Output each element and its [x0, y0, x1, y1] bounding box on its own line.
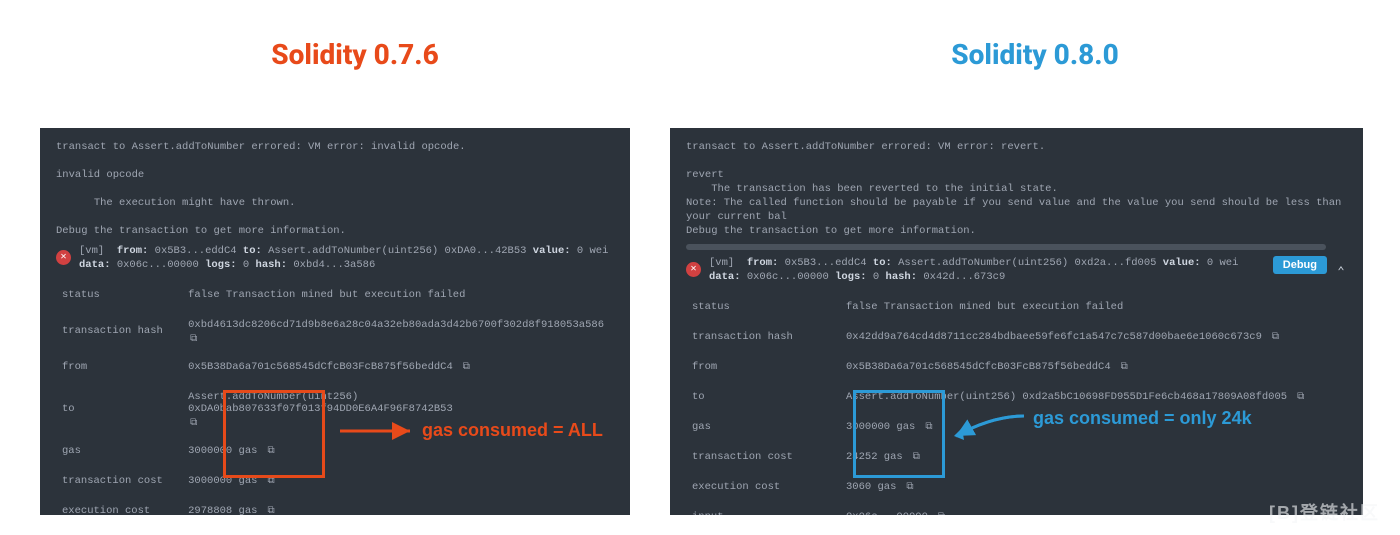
copy-icon[interactable]: ⧉ — [1121, 361, 1128, 373]
copy-icon[interactable]: ⧉ — [267, 475, 274, 487]
log-output-right: transact to Assert.addToNumber errored: … — [686, 140, 1347, 238]
copy-icon[interactable]: ⧉ — [925, 421, 932, 433]
table-row: input0x06c...00000⧉ — [686, 502, 1347, 515]
table-row: statusfalse Transaction mined but execut… — [56, 280, 614, 310]
table-row: transaction hash0xbd4613dc8206cd71d9b8e6… — [56, 310, 614, 352]
console-panel-right: transact to Assert.addToNumber errored: … — [670, 128, 1363, 515]
tx-table-left: statusfalse Transaction mined but execut… — [56, 280, 614, 515]
table-row: execution cost2978808 gas⧉ — [56, 496, 614, 515]
close-icon[interactable]: ✕ — [56, 250, 71, 265]
copy-icon[interactable]: ⧉ — [267, 505, 274, 515]
log-output-left: transact to Assert.addToNumber errored: … — [56, 140, 614, 238]
tx-header-left[interactable]: ✕ [vm] from: 0x5B3...eddC4 to: Assert.ad… — [56, 244, 614, 272]
copy-icon[interactable]: ⧉ — [1297, 391, 1304, 403]
console-panel-left: transact to Assert.addToNumber errored: … — [40, 128, 630, 515]
copy-icon[interactable]: ⧉ — [1272, 331, 1279, 343]
scrollbar-horizontal[interactable] — [686, 244, 1326, 250]
watermark: [B]登链社区 — [1269, 499, 1380, 525]
table-row: execution cost3060 gas⧉ — [686, 472, 1347, 502]
copy-icon[interactable]: ⧉ — [190, 333, 197, 345]
table-row: transaction hash0x42dd9a764cd4d8711cc284… — [686, 322, 1347, 352]
close-icon[interactable]: ✕ — [686, 262, 701, 277]
title-left: Solidity 0.7.6 — [40, 12, 670, 85]
tx-summary-left: [vm] from: 0x5B3...eddC4 to: Assert.addT… — [79, 244, 614, 272]
table-row: transaction cost24252 gas⧉ — [686, 442, 1347, 472]
tx-summary-right: [vm] from: 0x5B3...eddC4 to: Assert.addT… — [709, 256, 1265, 284]
table-row: statusfalse Transaction mined but execut… — [686, 292, 1347, 322]
table-row: from0x5B38Da6a701c568545dCfcB03FcB875f56… — [686, 352, 1347, 382]
copy-icon[interactable]: ⧉ — [190, 417, 197, 429]
table-row: from0x5B38Da6a701c568545dCfcB03FcB875f56… — [56, 352, 614, 382]
chevron-up-icon[interactable]: ⌃ — [1335, 264, 1347, 276]
annotation-right: gas consumed = only 24k — [1033, 408, 1252, 429]
table-row: transaction cost3000000 gas⧉ — [56, 466, 614, 496]
copy-icon[interactable]: ⧉ — [906, 481, 913, 493]
copy-icon[interactable]: ⧉ — [267, 445, 274, 457]
copy-icon[interactable]: ⧉ — [463, 361, 470, 373]
copy-icon[interactable]: ⧉ — [938, 511, 945, 515]
title-right: Solidity 0.8.0 — [670, 12, 1400, 85]
annotation-left: gas consumed = ALL — [422, 420, 603, 441]
tx-table-right: statusfalse Transaction mined but execut… — [686, 292, 1347, 515]
debug-button[interactable]: Debug — [1273, 256, 1327, 274]
copy-icon[interactable]: ⧉ — [913, 451, 920, 463]
tx-header-right[interactable]: ✕ [vm] from: 0x5B3...eddC4 to: Assert.ad… — [686, 256, 1347, 284]
